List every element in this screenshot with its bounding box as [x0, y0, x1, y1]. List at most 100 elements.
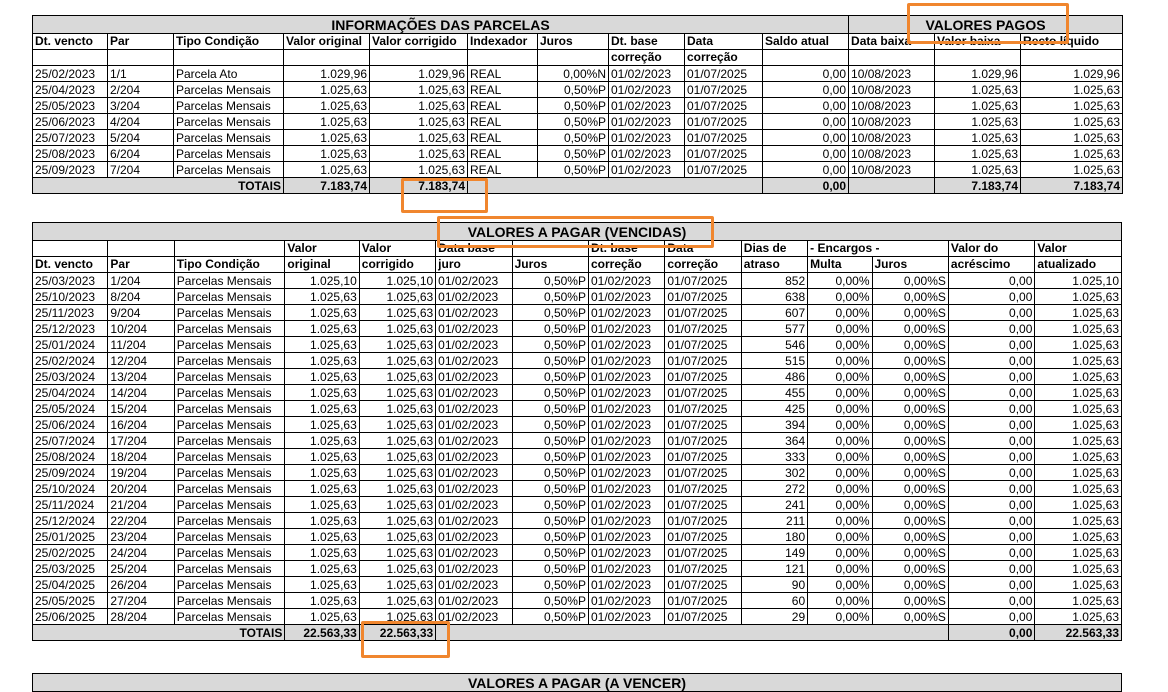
table-cell: 1.025,63 [358, 416, 437, 433]
table-cell: 0,00 [947, 352, 1036, 369]
table-cell: 15/204 [107, 400, 175, 417]
table-cell: 0,50%P [511, 496, 589, 513]
table-cell: 01/02/2023 [435, 320, 513, 337]
table-cell: 1.029,96 [369, 65, 468, 82]
section-title-a-vencer: VALORES A PAGAR (A VENCER) [32, 673, 1122, 692]
table-row: 25/08/2023 6/204 Parcelas Mensais 1.025,63 1… [32, 145, 1124, 162]
table-cell: 26/204 [107, 576, 175, 593]
col-header: Dt. vencto [31, 256, 109, 273]
table-cell: 0,50%P [511, 432, 589, 449]
table-cell: 0,50%P [511, 480, 589, 497]
table-cell: 01/02/2023 [587, 336, 666, 353]
table-cell: 1.025,63 [358, 448, 437, 465]
table-cell: 302 [740, 464, 809, 481]
table-cell: 60 [740, 592, 809, 609]
table-cell: 0,00%S [871, 448, 949, 465]
table-row: 25/05/2024 15/204 Parcelas Mensais 1.025,63… [31, 400, 1122, 417]
table-cell: Parcelas Mensais [173, 336, 286, 353]
table-cell: 01/02/2023 [435, 480, 513, 497]
table-cell: 0,50%P [511, 368, 589, 385]
vencidas-table: VALORES A PAGAR (VENCIDAS) Valor Valor D… [31, 222, 1122, 641]
table-cell: 25/02/2023 [32, 65, 108, 82]
table-cell: 01/07/2025 [664, 288, 742, 305]
col-header: correção [664, 256, 742, 273]
table-cell: 0,00%S [871, 336, 949, 353]
table-cell: 1.025,63 [283, 145, 370, 162]
table-cell: 25/08/2024 [31, 448, 109, 465]
table-cell: 01/02/2023 [587, 576, 666, 593]
table-cell: 01/02/2023 [435, 272, 513, 289]
table-cell: 13/204 [107, 368, 175, 385]
table-cell: 0,00 [761, 161, 850, 178]
table-cell: 1.025,63 [283, 97, 370, 114]
table-cell: 0,00 [947, 480, 1036, 497]
table-cell: 0,00% [807, 416, 873, 433]
table-cell: 1.025,63 [284, 464, 360, 481]
table-cell: 0,50%P [537, 161, 609, 178]
table-cell: 1.025,10 [1034, 272, 1122, 289]
table-cell: 01/07/2025 [664, 352, 742, 369]
table-row: 25/04/2023 2/204 Parcelas Mensais 1.025,63 1… [32, 81, 1124, 98]
table-cell: Parcelas Mensais [173, 464, 286, 481]
table-cell: 1.025,63 [284, 496, 360, 513]
table-cell: 1.029,96 [283, 65, 370, 82]
table-cell: 1.025,63 [358, 576, 437, 593]
table-cell: 01/02/2023 [435, 448, 513, 465]
table-cell: 1.025,63 [1034, 384, 1122, 401]
table-cell: 10/204 [107, 320, 175, 337]
col-header: Dt. vencto [32, 33, 108, 50]
col-header-encargos: - Encargos - [807, 240, 949, 257]
table-cell: 0,00 [947, 560, 1036, 577]
table-cell: 1.025,63 [284, 480, 360, 497]
col-header: original [284, 256, 360, 273]
table-cell: 01/07/2025 [664, 304, 742, 321]
table-cell: 1.025,63 [358, 288, 437, 305]
table-cell: 0,00% [807, 464, 873, 481]
table-cell: 01/07/2025 [664, 448, 742, 465]
table-cell: 25/07/2023 [32, 129, 108, 146]
table-cell: 01/02/2023 [587, 464, 666, 481]
table-cell: 0,00% [807, 480, 873, 497]
table-cell: 1.025,63 [284, 288, 360, 305]
table-cell: 1.025,63 [369, 161, 468, 178]
table-cell: 0,00%S [871, 400, 949, 417]
totals-label: TOTAIS [32, 177, 284, 194]
highlight-total-corrigido-2 [361, 621, 450, 658]
table-cell: 1.025,63 [1020, 97, 1124, 114]
table-cell: 1.025,63 [284, 352, 360, 369]
table-cell: 01/02/2023 [435, 576, 513, 593]
table-cell: 01/02/2023 [587, 560, 666, 577]
table-cell: 01/02/2023 [587, 512, 666, 529]
table-cell: 1.025,63 [358, 544, 437, 561]
table-cell: 01/02/2023 [587, 288, 666, 305]
table-cell: 1.025,63 [284, 592, 360, 609]
col-header: Juros [537, 33, 609, 50]
table-cell: 0,00% [807, 512, 873, 529]
table-cell: 1.025,63 [283, 161, 370, 178]
table-cell: 0,00 [761, 97, 850, 114]
table-cell: 1.025,63 [1034, 320, 1122, 337]
table-cell: 17/204 [107, 432, 175, 449]
table-cell: 01/02/2023 [587, 592, 666, 609]
table-cell: 0,00%S [871, 608, 949, 625]
col-header: corrigido [358, 256, 437, 273]
table-cell: 90 [740, 576, 809, 593]
table-cell: 01/07/2025 [664, 416, 742, 433]
table-cell: 01/07/2025 [684, 161, 763, 178]
table-cell: 0,00%S [871, 272, 949, 289]
table-cell: 01/02/2023 [608, 97, 685, 114]
total-original: 7.183,74 [283, 177, 370, 194]
table-row: 25/02/2023 1/1 Parcela Ato 1.029,96 1.029,96… [32, 65, 1124, 82]
table-cell: REAL [467, 113, 538, 130]
table-cell: 11/204 [107, 336, 175, 353]
table-row: 25/08/2024 18/204 Parcelas Mensais 1.025,63… [31, 448, 1122, 465]
table-cell: 12/204 [107, 352, 175, 369]
table-cell: 01/02/2023 [587, 608, 666, 625]
table-cell: 0,00 [947, 416, 1036, 433]
total-recto: 7.183,74 [1020, 177, 1124, 194]
table-cell: 01/02/2023 [608, 113, 685, 130]
table-cell: 5/204 [107, 129, 174, 146]
total-original: 22.563,33 [284, 624, 360, 641]
col-header: Data [684, 33, 763, 50]
table-row: 25/03/2025 25/204 Parcelas Mensais 1.025,63… [31, 560, 1122, 577]
